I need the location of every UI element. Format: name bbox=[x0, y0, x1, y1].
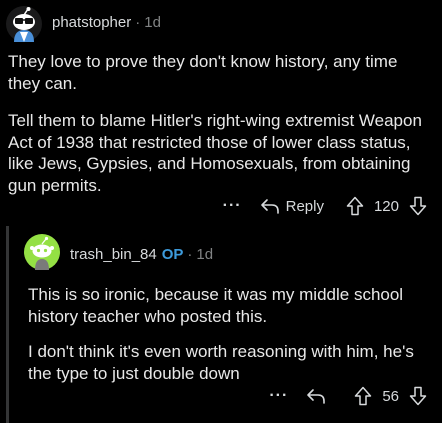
comment-body: They love to prove they don't know histo… bbox=[8, 51, 433, 212]
comment-actions: ··· Reply 120 bbox=[223, 195, 427, 217]
snoo-avatar-icon bbox=[6, 6, 42, 42]
vote-score: 120 bbox=[373, 197, 399, 215]
comment-age: 1d bbox=[144, 14, 161, 31]
comment: phatstopher · 1d They love to prove they d… bbox=[0, 0, 442, 226]
avatar[interactable] bbox=[6, 6, 42, 42]
comment-paragraph: I don't think it's even worth reasoning … bbox=[28, 342, 414, 383]
author-name[interactable]: trash_bin_84 bbox=[70, 246, 157, 263]
upvote-arrow-icon bbox=[346, 196, 364, 216]
upvote-button[interactable] bbox=[354, 386, 372, 406]
thread-line[interactable] bbox=[6, 226, 9, 423]
reply-arrow-icon bbox=[307, 389, 326, 404]
upvote-arrow-icon bbox=[355, 386, 372, 406]
avatar[interactable] bbox=[24, 234, 60, 270]
downvote-button[interactable] bbox=[409, 196, 427, 216]
comment-paragraph: They love to prove they don't know histo… bbox=[8, 52, 398, 93]
comment-paragraph: Tell them to blame Hitler's right-wing e… bbox=[8, 111, 422, 195]
comment-meta: phatstopher · 1d bbox=[52, 14, 161, 32]
vote-score: 56 bbox=[382, 387, 399, 405]
meta-separator: · bbox=[135, 14, 141, 31]
comment-actions: ··· 56 bbox=[269, 385, 427, 407]
reply-button[interactable] bbox=[306, 388, 332, 404]
reply-label: Reply bbox=[285, 197, 324, 215]
downvote-arrow-icon bbox=[409, 386, 427, 406]
more-dots-icon[interactable]: ··· bbox=[269, 387, 288, 405]
reply-arrow-icon bbox=[260, 199, 279, 214]
downvote-button[interactable] bbox=[409, 386, 427, 406]
comment-paragraph: This is so ironic, because it was my mid… bbox=[28, 285, 404, 326]
author-name[interactable]: phatstopher bbox=[52, 14, 131, 31]
comment-body: This is so ironic, because it was my mid… bbox=[28, 284, 428, 398]
snoo-avatar-icon bbox=[24, 234, 60, 270]
more-dots-icon[interactable]: ··· bbox=[223, 197, 242, 215]
meta-separator: · bbox=[187, 246, 193, 263]
op-badge: OP bbox=[161, 246, 184, 263]
comment-age: 1d bbox=[196, 246, 214, 263]
upvote-button[interactable] bbox=[346, 196, 364, 216]
reply-button[interactable]: Reply bbox=[260, 198, 324, 215]
downvote-arrow-icon bbox=[409, 196, 427, 216]
comment-meta: trash_bin_84 OP · 1d bbox=[70, 246, 213, 264]
